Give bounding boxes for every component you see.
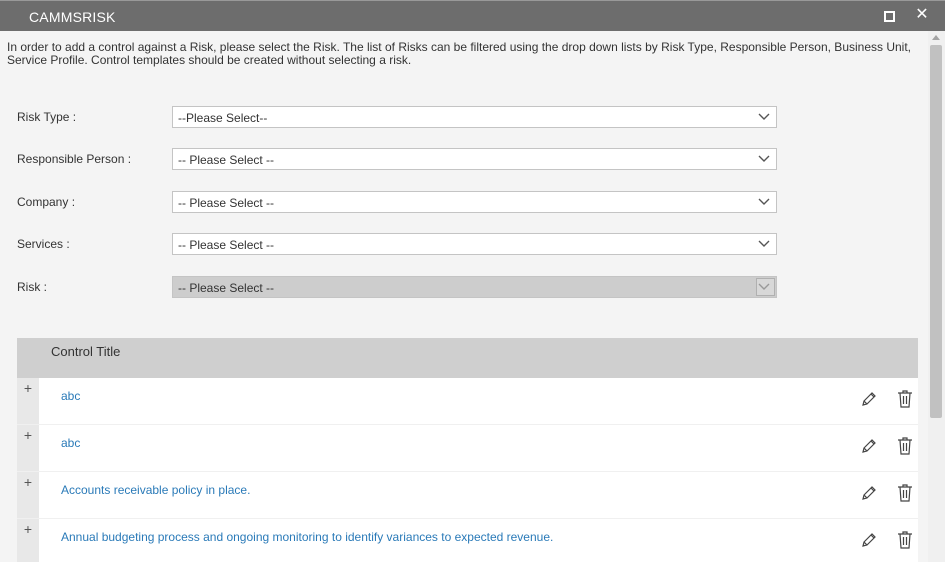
pencil-icon[interactable] xyxy=(860,531,878,549)
chevron-down-icon xyxy=(758,283,770,290)
trash-icon[interactable] xyxy=(896,530,914,550)
filter-risk: Risk : -- Please Select -- xyxy=(17,276,777,298)
pencil-icon[interactable] xyxy=(860,484,878,502)
risk-select: -- Please Select -- xyxy=(172,276,777,298)
services-label: Services : xyxy=(17,237,70,251)
expand-row-button[interactable]: + xyxy=(17,425,39,471)
risk-label: Risk : xyxy=(17,280,47,294)
chevron-down-icon xyxy=(758,113,770,120)
control-title-link[interactable]: Annual budgeting process and ongoing mon… xyxy=(61,530,553,544)
company-value: -- Please Select -- xyxy=(178,196,275,210)
scrollbar-thumb[interactable] xyxy=(930,45,942,418)
risk-type-select[interactable]: --Please Select-- xyxy=(172,106,777,128)
risk-type-label: Risk Type : xyxy=(17,110,77,124)
table-row: + abc xyxy=(17,425,918,472)
vertical-scrollbar[interactable] xyxy=(928,31,945,562)
responsible-person-select[interactable]: -- Please Select -- xyxy=(172,148,777,170)
pencil-icon[interactable] xyxy=(860,390,878,408)
chevron-down-icon xyxy=(758,155,770,162)
pencil-icon[interactable] xyxy=(860,437,878,455)
company-label: Company : xyxy=(17,195,76,209)
filter-risk-type: Risk Type : --Please Select-- xyxy=(17,106,777,128)
risk-type-value: --Please Select-- xyxy=(178,111,268,125)
window-title: CAMMSRISK xyxy=(29,9,116,25)
expand-row-button[interactable]: + xyxy=(17,472,39,518)
table-row: + Annual budgeting process and ongoing m… xyxy=(17,519,918,562)
grid-header: Control Title xyxy=(17,338,918,378)
scroll-up-icon[interactable] xyxy=(932,35,940,40)
services-value: -- Please Select -- xyxy=(178,238,275,252)
expand-row-button[interactable]: + xyxy=(17,519,39,562)
responsible-person-label: Responsible Person : xyxy=(17,152,132,166)
expand-row-button[interactable]: + xyxy=(17,378,39,424)
trash-icon[interactable] xyxy=(896,483,914,503)
control-title-link[interactable]: abc xyxy=(61,436,80,450)
control-title-link[interactable]: Accounts receivable policy in place. xyxy=(61,483,250,497)
window-titlebar: CAMMSRISK ✕ xyxy=(0,0,945,31)
responsible-person-value: -- Please Select -- xyxy=(178,153,275,167)
filter-services: Services : -- Please Select -- xyxy=(17,233,777,255)
chevron-down-icon xyxy=(758,198,770,205)
trash-icon[interactable] xyxy=(896,436,914,456)
filter-company: Company : -- Please Select -- xyxy=(17,191,777,213)
control-title-column-header[interactable]: Control Title xyxy=(51,344,120,359)
company-select[interactable]: -- Please Select -- xyxy=(172,191,777,213)
services-select[interactable]: -- Please Select -- xyxy=(172,233,777,255)
filter-responsible-person: Responsible Person : -- Please Select -- xyxy=(17,148,777,170)
controls-grid: Control Title + abc + abc + Accounts rec… xyxy=(17,338,918,562)
table-row: + Accounts receivable policy in place. xyxy=(17,472,918,519)
chevron-down-icon xyxy=(758,240,770,247)
close-icon[interactable]: ✕ xyxy=(915,7,929,23)
instructions-text: In order to add a control against a Risk… xyxy=(7,40,912,67)
maximize-icon[interactable] xyxy=(884,11,895,22)
risk-value: -- Please Select -- xyxy=(178,281,275,295)
table-row: + abc xyxy=(17,378,918,425)
control-title-link[interactable]: abc xyxy=(61,389,80,403)
trash-icon[interactable] xyxy=(896,389,914,409)
